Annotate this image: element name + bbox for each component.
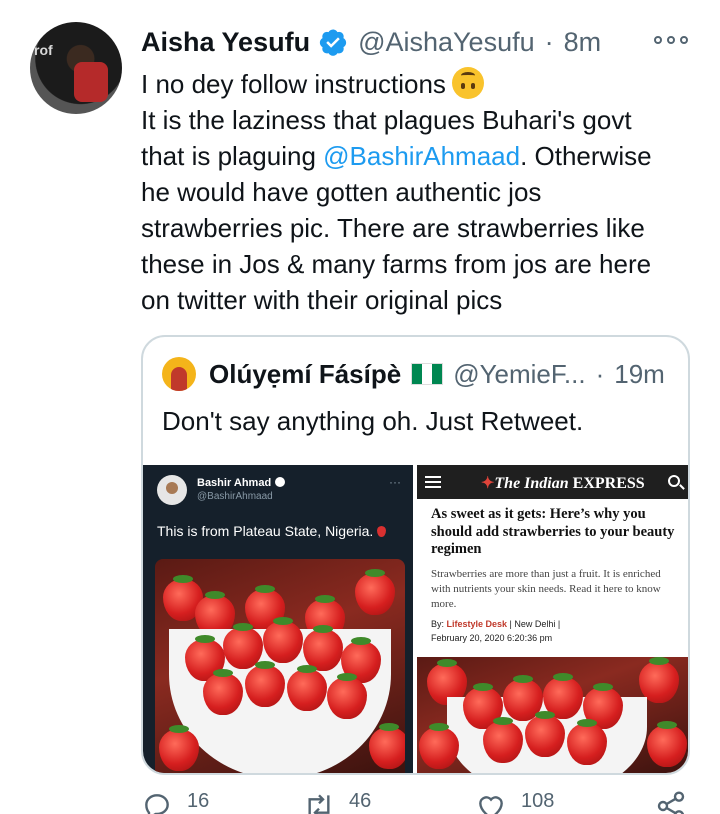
like-button[interactable]: 108 [475, 790, 554, 814]
quoted-tweet-text: Don't say anything oh. Just Retweet. [162, 406, 584, 436]
media-image-right[interactable]: ✦The Indian EXPRESS As sweet as it gets:… [417, 465, 688, 773]
quoted-author-name: Olúyẹmí Fásípè [209, 358, 402, 389]
share-icon [657, 791, 685, 814]
author-name[interactable]: Aisha Yesufu [141, 27, 310, 58]
mention-link[interactable]: @BashirAhmaad [323, 141, 520, 171]
screenshot-tweet-text: This is from Plateau State, Nigeria. [157, 523, 374, 539]
author-avatar[interactable]: rof [30, 22, 122, 114]
tweet-actions: 16 46 108 [141, 790, 690, 814]
strawberry-emoji-icon [377, 526, 387, 537]
tweet-text-line: I no dey follow instructions [141, 66, 701, 102]
separator-dot: · [595, 358, 605, 389]
screenshot-author-name: Bashir Ahmad [197, 477, 272, 489]
strawberry-bowl-photo [417, 657, 688, 773]
like-count: 108 [521, 790, 555, 812]
quoted-tweet[interactable]: Olúyẹmí Fásípè @YemieF... · 19m Don't sa… [141, 335, 690, 775]
search-icon [668, 475, 680, 487]
tweet-text-line: on twitter with their original pics [141, 285, 503, 315]
quoted-author-handle: @YemieF... [453, 358, 586, 389]
menu-icon [425, 476, 441, 488]
tweet-text-line: It is the laziness that plagues Buhari's… [141, 105, 632, 135]
upside-down-face-emoji-icon [451, 67, 484, 99]
media-image-left[interactable]: Bashir Ahmad @BashirAhmaad ··· This is f… [143, 465, 413, 773]
reply-icon [145, 794, 169, 814]
verified-badge-icon [319, 29, 347, 56]
tweet-text-line: these in Jos & many farms from jos are h… [141, 249, 652, 279]
article-headline: As sweet as it gets: Here’s why you shou… [431, 506, 675, 557]
article-summary: Strawberries are more than just a fruit.… [431, 568, 661, 610]
retweet-button[interactable]: 46 [303, 790, 371, 814]
nigeria-flag-icon [411, 363, 444, 385]
screenshot-author-handle: @BashirAhmaad [197, 491, 273, 502]
tweet-time[interactable]: 8m [564, 27, 602, 58]
verified-badge-icon [275, 477, 286, 487]
retweet-count: 46 [349, 790, 372, 812]
screenshot-avatar [157, 475, 187, 505]
more-options-icon[interactable] [654, 30, 688, 50]
indian-express-header: ✦The Indian EXPRESS [417, 465, 688, 499]
tweet-text-line: strawberries pic. There are strawberries… [141, 213, 645, 243]
quoted-media: Bashir Ahmad @BashirAhmaad ··· This is f… [143, 465, 688, 773]
quoted-author-avatar [162, 357, 196, 391]
quoted-tweet-header: Olúyẹmí Fásípè @YemieF... · 19m [209, 357, 665, 391]
separator-dot: · [544, 26, 554, 57]
like-icon [479, 796, 503, 814]
reply-count: 16 [187, 790, 210, 812]
quoted-tweet-time: 19m [614, 358, 665, 389]
article-date: February 20, 2020 6:20:36 pm [431, 633, 553, 643]
article-author: Lifestyle Desk [446, 619, 508, 629]
article-byline: By: Lifestyle Desk | New Delhi | Februar… [431, 619, 561, 643]
tweet-text-line: he would have gotten authentic jos [141, 177, 542, 207]
tweet-text: I no dey follow instructions It is the l… [141, 66, 701, 318]
tweet-text-line: that is plaguing @BashirAhmaad. Otherwis… [141, 141, 652, 171]
tweet-header: Aisha Yesufu @AishaYesufu · 8m [141, 24, 601, 60]
more-icon: ··· [389, 475, 401, 489]
share-button[interactable] [655, 790, 701, 814]
strawberry-bowl-photo [155, 559, 405, 773]
reply-button[interactable]: 16 [141, 790, 209, 814]
author-handle[interactable]: @AishaYesufu [358, 27, 535, 58]
retweet-icon [308, 794, 330, 814]
indian-express-logo: ✦The Indian EXPRESS [481, 475, 645, 492]
